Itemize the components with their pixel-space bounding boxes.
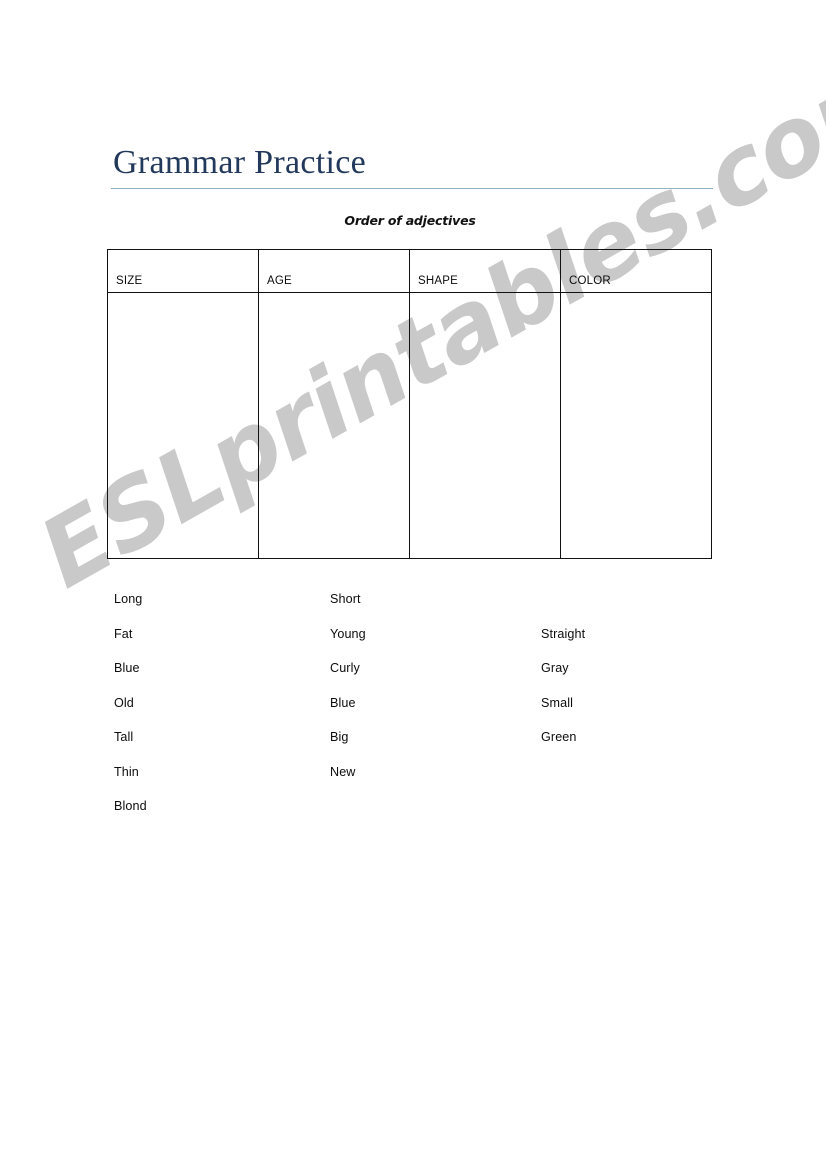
table-header-age: AGE <box>258 249 410 293</box>
answer-cell-age[interactable] <box>258 292 410 559</box>
word-item: Old <box>114 695 134 710</box>
title-block: Grammar Practice <box>111 143 713 190</box>
word-bank: Long Fat Blue Old Tall Thin Blond Short … <box>107 588 713 838</box>
word-item: Thin <box>114 764 139 779</box>
adjective-category-table: SIZE AGE SHAPE COLOR <box>107 249 712 559</box>
word-item: Blond <box>114 799 147 813</box>
word-item: New <box>330 764 356 779</box>
title-divider-rule <box>111 188 713 190</box>
table-header-row-group: SIZE AGE SHAPE COLOR <box>107 249 712 293</box>
word-item: Gray <box>541 661 569 675</box>
table-body <box>107 292 712 559</box>
worksheet-page: ESLprintables.com Grammar Practice Order… <box>0 0 826 1169</box>
word-item: Curly <box>330 661 360 675</box>
table-header-shape: SHAPE <box>409 249 561 293</box>
word-item: Long <box>114 592 143 606</box>
table-header-row: SIZE AGE SHAPE COLOR <box>107 249 712 293</box>
table-row <box>107 292 712 559</box>
word-item: Blue <box>330 695 356 710</box>
page-title: Grammar Practice <box>113 144 367 181</box>
word-bank-column-3: Straight Gray Small Green <box>541 588 585 761</box>
table-header-size: SIZE <box>107 249 259 293</box>
word-bank-column-1: Long Fat Blue Old Tall Thin Blond <box>114 588 147 830</box>
word-item: Young <box>330 626 366 641</box>
worksheet-subtitle: Order of adjectives <box>344 213 476 228</box>
word-item: Green <box>541 730 577 744</box>
word-item: Small <box>541 695 573 710</box>
answer-cell-size[interactable] <box>107 292 259 559</box>
answer-cell-shape[interactable] <box>409 292 561 559</box>
word-item: Fat <box>114 626 133 641</box>
word-item: Tall <box>114 730 134 744</box>
table-header-color: COLOR <box>560 249 712 293</box>
answer-cell-color[interactable] <box>560 292 712 559</box>
word-item: Straight <box>541 626 586 641</box>
word-item: Big <box>330 730 349 744</box>
word-item: Blue <box>114 661 140 675</box>
word-item: Short <box>330 592 361 606</box>
word-bank-column-2: Short Young Curly Blue Big New <box>330 588 366 795</box>
